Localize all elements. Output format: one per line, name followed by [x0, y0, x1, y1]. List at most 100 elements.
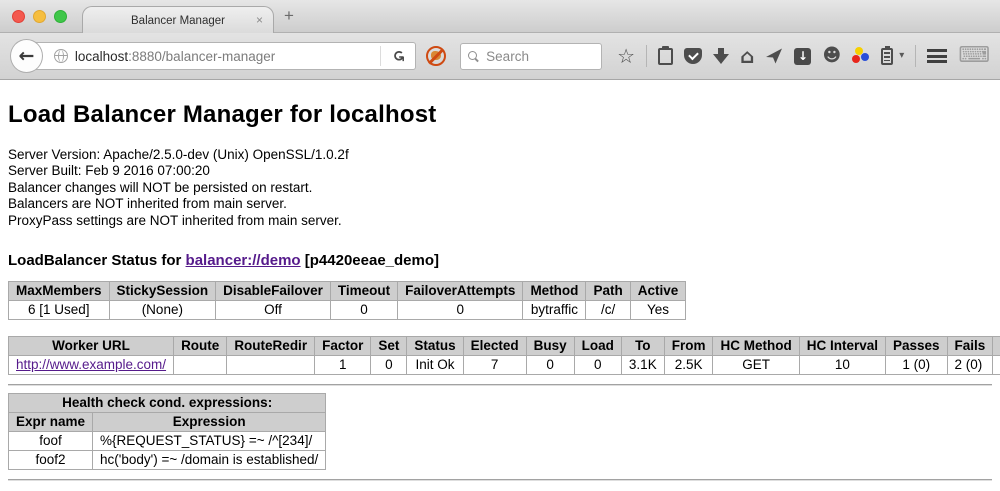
- keyboard-icon[interactable]: ⌨: [958, 45, 990, 67]
- status-heading: LoadBalancer Status for balancer://demo …: [8, 252, 992, 269]
- dot-red: [852, 55, 860, 63]
- url-domain: localhost: [75, 49, 128, 64]
- extension-dots-icon[interactable]: [852, 47, 870, 65]
- dot-blue: [861, 53, 869, 61]
- browser-window: Balancer Manager × + ← localhost:8880/ba…: [0, 0, 1000, 491]
- cell-expression: %{REQUEST_STATUS} =~ /^[234]/: [93, 432, 326, 451]
- health-check-table: Health check cond. expressions: Expr nam…: [8, 393, 326, 470]
- server-info: Server Version: Apache/2.5.0-dev (Unix) …: [8, 147, 992, 229]
- toolbar-separator: [915, 45, 916, 67]
- col-route: Route: [174, 337, 227, 356]
- page-title: Load Balancer Manager for localhost: [8, 101, 992, 129]
- fullscreen-window-button[interactable]: [54, 10, 67, 23]
- col-maxmembers: MaxMembers: [9, 282, 110, 301]
- home-icon[interactable]: ⌂: [740, 46, 754, 66]
- health-table-title: Health check cond. expressions:: [9, 394, 326, 413]
- cell-expr-name: foof: [9, 432, 93, 451]
- cell-maxmembers: 6 [1 Used]: [9, 301, 110, 320]
- col-expression: Expression: [93, 413, 326, 432]
- cell-hc-uri: [993, 356, 1000, 375]
- chat-icon[interactable]: ☻: [822, 47, 841, 65]
- proxypass-note-line: ProxyPass settings are NOT inherited fro…: [8, 213, 992, 229]
- balancer-header-row: MaxMembers StickySession DisableFailover…: [9, 282, 686, 301]
- cell-busy: 0: [526, 356, 574, 375]
- pocket-icon[interactable]: [684, 48, 702, 64]
- cell-from: 2.5K: [664, 356, 713, 375]
- cell-expr-name: foof2: [9, 451, 93, 470]
- balancer-demo-link[interactable]: balancer://demo: [186, 252, 301, 269]
- reading-list-icon[interactable]: [658, 48, 673, 65]
- worker-header-row: Worker URL Route RouteRedir Factor Set S…: [9, 337, 1000, 356]
- health-row-foof: foof %{REQUEST_STATUS} =~ /^[234]/: [9, 432, 326, 451]
- menu-icon[interactable]: [927, 49, 947, 63]
- down-arrow-glyph: ↓: [798, 49, 808, 63]
- reload-icon: ↻: [389, 50, 407, 63]
- cell-timeout: 0: [330, 301, 397, 320]
- col-status: Status: [407, 337, 463, 356]
- minimize-window-button[interactable]: [33, 10, 46, 23]
- bookmark-star-icon[interactable]: ☆: [617, 46, 635, 66]
- page-content: Load Balancer Manager for localhost Serv…: [0, 101, 1000, 481]
- traffic-lights: [12, 10, 67, 23]
- col-hc-interval: HC Interval: [799, 337, 885, 356]
- back-icon: ←: [18, 45, 34, 67]
- cell-to: 3.1K: [621, 356, 664, 375]
- url-text: localhost:8880/balancer-manager: [75, 49, 275, 64]
- persist-note-line: Balancer changes will NOT be persisted o…: [8, 180, 992, 196]
- col-active: Active: [630, 282, 686, 301]
- bottom-divider: [8, 479, 992, 481]
- toolbar-icons: ☆ ⌂ ↓ ☻ ▾ ⌨: [617, 45, 990, 67]
- section-divider: [8, 384, 992, 386]
- status-heading-prefix: LoadBalancer Status for: [8, 252, 186, 269]
- balancer-table: MaxMembers StickySession DisableFailover…: [8, 281, 686, 320]
- col-passes: Passes: [885, 337, 947, 356]
- save-page-icon[interactable]: ↓: [794, 48, 811, 65]
- cell-hc-method: GET: [713, 356, 799, 375]
- col-fails: Fails: [947, 337, 993, 356]
- cell-load: 0: [574, 356, 621, 375]
- col-elected: Elected: [463, 337, 526, 356]
- col-set: Set: [371, 337, 407, 356]
- cell-routeredir: [227, 356, 315, 375]
- health-row-foof2: foof2 hc('body') =~ /domain is establish…: [9, 451, 326, 470]
- cell-factor: 1: [315, 356, 371, 375]
- col-busy: Busy: [526, 337, 574, 356]
- close-window-button[interactable]: [12, 10, 25, 23]
- cell-failoverattempts: 0: [398, 301, 523, 320]
- col-disablefailover: DisableFailover: [216, 282, 331, 301]
- back-button[interactable]: ←: [10, 39, 43, 73]
- cell-hc-interval: 10: [799, 356, 885, 375]
- worker-table: Worker URL Route RouteRedir Factor Set S…: [8, 336, 1000, 375]
- col-path: Path: [586, 282, 630, 301]
- cell-status: Init Ok: [407, 356, 463, 375]
- globe-icon: [54, 49, 68, 63]
- content-blocked-icon[interactable]: [425, 45, 447, 67]
- battery-extension-icon[interactable]: [881, 48, 893, 65]
- downloads-icon[interactable]: [713, 48, 729, 65]
- reload-button[interactable]: ↻: [380, 46, 416, 66]
- cell-route: [174, 356, 227, 375]
- inherit-note-line: Balancers are NOT inherited from main se…: [8, 196, 992, 212]
- worker-url-link[interactable]: http://www.example.com/: [16, 357, 166, 372]
- col-load: Load: [574, 337, 621, 356]
- col-failoverattempts: FailoverAttempts: [398, 282, 523, 301]
- cell-active: Yes: [630, 301, 686, 320]
- search-input[interactable]: Search: [460, 43, 602, 70]
- server-version-line: Server Version: Apache/2.5.0-dev (Unix) …: [8, 147, 992, 163]
- col-expr-name: Expr name: [9, 413, 93, 432]
- navigation-toolbar: ← localhost:8880/balancer-manager ↻ Sear…: [0, 33, 1000, 80]
- new-tab-button[interactable]: +: [284, 6, 294, 26]
- col-stickysession: StickySession: [109, 282, 216, 301]
- col-hc-method: HC Method: [713, 337, 799, 356]
- worker-data-row: http://www.example.com/ 1 0 Init Ok 7 0 …: [9, 356, 1000, 375]
- col-method: Method: [523, 282, 586, 301]
- balancer-data-row: 6 [1 Used] (None) Off 0 0 bytraffic /c/ …: [9, 301, 686, 320]
- cell-path: /c/: [586, 301, 630, 320]
- cell-method: bytraffic: [523, 301, 586, 320]
- url-bar[interactable]: localhost:8880/balancer-manager ↻: [26, 42, 416, 70]
- tab-balancer-manager[interactable]: Balancer Manager ×: [82, 6, 274, 34]
- chevron-down-icon[interactable]: ▾: [899, 51, 904, 61]
- close-tab-icon[interactable]: ×: [256, 13, 263, 27]
- send-tab-icon[interactable]: [765, 47, 783, 65]
- col-to: To: [621, 337, 664, 356]
